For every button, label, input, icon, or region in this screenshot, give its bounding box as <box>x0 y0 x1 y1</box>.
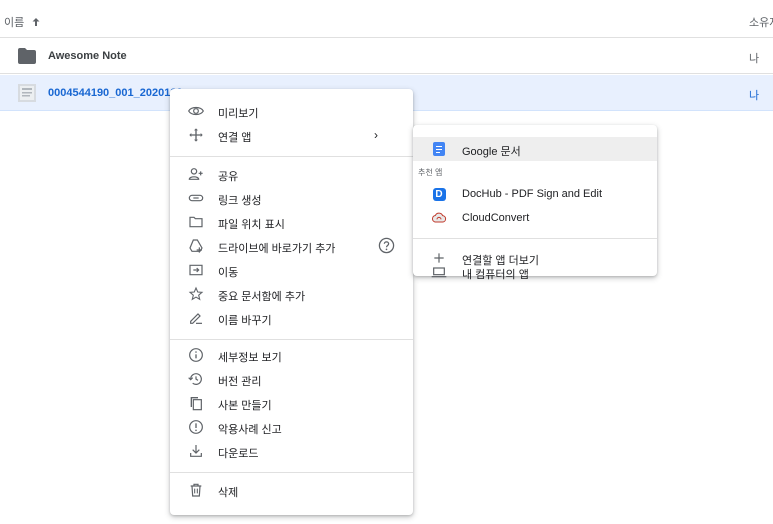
menu-item-download[interactable]: 다운로드 <box>170 439 413 463</box>
open-with-icon <box>188 127 204 143</box>
laptop-icon <box>431 264 447 280</box>
trash-icon <box>188 482 204 498</box>
eye-icon <box>188 103 204 119</box>
person-add-icon <box>188 166 204 182</box>
menu-item-label: 파일 위치 표시 <box>218 219 285 231</box>
add-shortcut-icon <box>188 238 204 254</box>
submenu-item-label: CloudConvert <box>462 212 530 224</box>
menu-divider <box>413 238 657 239</box>
folder-icon <box>188 214 204 230</box>
download-icon <box>188 443 204 459</box>
cloudconvert-icon <box>431 210 447 226</box>
menu-item-make-copy[interactable]: 사본 만들기 <box>170 391 413 415</box>
folder-icon <box>18 48 36 64</box>
suggested-apps-header: 추천 앱 <box>418 168 443 177</box>
file-owner: 나 <box>749 90 760 102</box>
owner-column-header[interactable]: 소유자 <box>749 14 773 30</box>
menu-item-add-starred[interactable]: 중요 문서함에 추가 <box>170 282 413 306</box>
menu-item-open-with[interactable]: 연결 앱 › <box>170 123 413 147</box>
context-menu: 미리보기 연결 앱 › 공유 링크 생성 파일 위치 표시 드라이브에 바로가기… <box>170 89 413 515</box>
file-list-header: 이름 소유자 <box>0 0 773 38</box>
file-name[interactable]: 0004544190_001_2020120 <box>48 87 183 99</box>
sort-by-name[interactable]: 이름 <box>4 14 42 30</box>
submenu-item-cloudconvert[interactable]: CloudConvert <box>413 206 657 230</box>
submenu-item-dochub[interactable]: D DocHub - PDF Sign and Edit <box>413 182 657 206</box>
help-icon[interactable] <box>378 237 395 254</box>
file-owner: 나 <box>749 53 760 65</box>
submenu-item-google-docs[interactable]: Google 문서 <box>413 137 657 161</box>
menu-item-label: 미리보기 <box>218 108 259 120</box>
open-with-submenu: Google 문서 추천 앱 D DocHub - PDF Sign and E… <box>413 125 657 281</box>
menu-item-manage-versions[interactable]: 버전 관리 <box>170 367 413 391</box>
submenu-item-label: Google 문서 <box>462 146 521 158</box>
menu-item-label: 중요 문서함에 추가 <box>218 291 306 303</box>
submenu-item-label: 내 컴퓨터의 앱 <box>462 269 529 281</box>
menu-item-preview[interactable]: 미리보기 <box>170 99 413 123</box>
history-icon <box>188 371 204 387</box>
info-icon <box>188 347 204 363</box>
menu-item-report-abuse[interactable]: 악용사례 신고 <box>170 415 413 439</box>
name-column-header[interactable]: 이름 <box>4 14 24 30</box>
rename-icon <box>188 310 204 326</box>
menu-item-label: 다운로드 <box>218 448 259 460</box>
report-icon <box>188 419 204 435</box>
menu-item-label: 사본 만들기 <box>218 400 272 412</box>
menu-item-label: 악용사례 신고 <box>218 424 282 436</box>
menu-item-move[interactable]: 이동 <box>170 258 413 282</box>
menu-divider <box>170 156 413 157</box>
menu-divider <box>170 339 413 340</box>
menu-item-label: 드라이브에 바로가기 추가 <box>218 243 336 255</box>
menu-divider <box>170 472 413 473</box>
google-docs-icon <box>431 141 447 157</box>
chevron-right-icon: › <box>374 128 378 142</box>
menu-item-delete[interactable]: 삭제 <box>170 478 413 502</box>
copy-icon <box>188 395 204 411</box>
star-icon <box>188 286 204 302</box>
menu-item-share[interactable]: 공유 <box>170 162 413 186</box>
menu-item-label: 공유 <box>218 171 239 183</box>
menu-item-label: 삭제 <box>218 487 239 499</box>
arrow-up-icon[interactable] <box>30 16 42 28</box>
file-row-awesome-note[interactable]: Awesome Note 나 <box>0 38 773 74</box>
file-name[interactable]: Awesome Note <box>48 50 127 62</box>
menu-item-label: 연결 앱 <box>218 132 252 144</box>
menu-item-rename[interactable]: 이름 바꾸기 <box>170 306 413 330</box>
image-thumbnail-icon <box>18 84 36 102</box>
move-icon <box>188 262 204 278</box>
menu-item-label: 이름 바꾸기 <box>218 315 272 327</box>
menu-item-details[interactable]: 세부정보 보기 <box>170 343 413 367</box>
link-icon <box>188 190 204 206</box>
submenu-item-computer-apps[interactable]: 내 컴퓨터의 앱 <box>413 267 657 281</box>
submenu-item-label: DocHub - PDF Sign and Edit <box>462 188 603 200</box>
menu-item-label: 세부정보 보기 <box>218 352 282 364</box>
menu-item-label: 버전 관리 <box>218 376 262 388</box>
menu-item-show-location[interactable]: 파일 위치 표시 <box>170 210 413 234</box>
dochub-icon: D <box>431 186 447 202</box>
menu-item-label: 이동 <box>218 267 239 279</box>
menu-item-add-shortcut[interactable]: 드라이브에 바로가기 추가 <box>170 234 413 258</box>
menu-item-label: 링크 생성 <box>218 195 262 207</box>
menu-item-get-link[interactable]: 링크 생성 <box>170 186 413 210</box>
